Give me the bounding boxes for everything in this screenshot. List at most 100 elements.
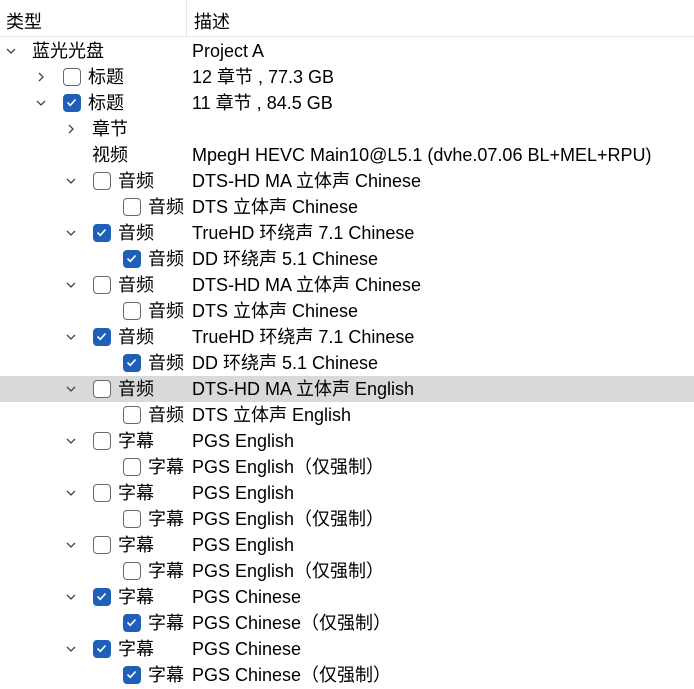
description-label: DTS 立体声 English xyxy=(192,405,352,425)
tree-row[interactable]: 字幕 PGS Chinese（仅强制） xyxy=(0,610,694,636)
description-label: PGS Chinese xyxy=(192,587,302,607)
chevron-down-icon[interactable] xyxy=(64,168,78,194)
tree-row[interactable]: 字幕 PGS English xyxy=(0,480,694,506)
description-label: PGS English xyxy=(192,431,295,451)
tree-row[interactable]: 音频 DD 环绕声 5.1 Chinese xyxy=(0,246,694,272)
tree-row[interactable]: 字幕 PGS English xyxy=(0,428,694,454)
chevron-down-icon[interactable] xyxy=(64,376,78,402)
description-label: DTS-HD MA 立体声 English xyxy=(192,379,415,399)
column-divider[interactable] xyxy=(186,0,187,36)
chevron-down-icon[interactable] xyxy=(64,584,78,610)
description-label: Project A xyxy=(192,41,265,61)
description-label: PGS Chinese xyxy=(192,639,302,659)
tree-row[interactable]: 字幕 PGS Chinese xyxy=(0,584,694,610)
checkbox-checked[interactable] xyxy=(123,250,141,268)
checkbox-unchecked[interactable] xyxy=(123,458,141,476)
chevron-down-icon[interactable] xyxy=(34,90,48,116)
tree-row[interactable]: 视频 MpegH HEVC Main10@L5.1 (dvhe.07.06 BL+… xyxy=(0,142,694,168)
type-label: 音频 xyxy=(148,249,184,269)
chevron-down-icon[interactable] xyxy=(64,324,78,350)
type-label: 音频 xyxy=(118,171,154,191)
checkbox-unchecked[interactable] xyxy=(123,510,141,528)
type-label: 视频 xyxy=(92,145,128,165)
checkbox-unchecked[interactable] xyxy=(123,302,141,320)
chevron-right-icon[interactable] xyxy=(64,116,78,142)
checkbox-checked[interactable] xyxy=(93,588,111,606)
description-label: PGS Chinese（仅强制） xyxy=(192,665,392,685)
type-label: 字幕 xyxy=(118,431,154,451)
checkbox-unchecked[interactable] xyxy=(123,562,141,580)
type-label: 字幕 xyxy=(118,587,154,607)
type-label: 字幕 xyxy=(118,483,154,503)
description-label: PGS English xyxy=(192,535,295,555)
chevron-down-icon[interactable] xyxy=(4,38,18,64)
type-label: 字幕 xyxy=(148,613,184,633)
chevron-down-icon[interactable] xyxy=(64,220,78,246)
description-label: DTS 立体声 Chinese xyxy=(192,301,359,321)
type-label: 字幕 xyxy=(118,535,154,555)
tree-row[interactable]: 字幕 PGS English（仅强制） xyxy=(0,558,694,584)
tree-row[interactable]: 音频 DTS-HD MA 立体声 Chinese xyxy=(0,168,694,194)
tree-header: 类型 描述 xyxy=(0,0,694,37)
tree-row[interactable]: 标题 12 章节 , 77.3 GB xyxy=(0,64,694,90)
tree-row[interactable]: 音频 DTS 立体声 Chinese xyxy=(0,298,694,324)
type-label: 字幕 xyxy=(148,665,184,685)
description-label: PGS English（仅强制） xyxy=(192,457,385,477)
description-label: MpegH HEVC Main10@L5.1 (dvhe.07.06 BL+ME… xyxy=(192,145,652,165)
tree-row[interactable]: 音频 TrueHD 环绕声 7.1 Chinese xyxy=(0,324,694,350)
checkbox-unchecked[interactable] xyxy=(123,198,141,216)
chevron-down-icon[interactable] xyxy=(64,272,78,298)
checkbox-checked[interactable] xyxy=(123,354,141,372)
tree-row[interactable]: 字幕 PGS English（仅强制） xyxy=(0,506,694,532)
tree-row[interactable]: 音频 DTS 立体声 English xyxy=(0,402,694,428)
chevron-right-icon[interactable] xyxy=(34,64,48,90)
type-label: 音频 xyxy=(148,405,184,425)
type-label: 字幕 xyxy=(148,561,184,581)
checkbox-checked[interactable] xyxy=(123,666,141,684)
checkbox-unchecked[interactable] xyxy=(93,432,111,450)
tree-view: 蓝光光盘 Project A 标题 12 章节 , 77.3 GB 标题 11 章节 , … xyxy=(0,38,694,688)
chevron-down-icon[interactable] xyxy=(64,480,78,506)
checkbox-checked[interactable] xyxy=(63,94,81,112)
tree-row[interactable]: 章节 xyxy=(0,116,694,142)
checkbox-unchecked[interactable] xyxy=(93,484,111,502)
chevron-down-icon[interactable] xyxy=(64,636,78,662)
checkbox-unchecked[interactable] xyxy=(93,172,111,190)
checkbox-unchecked[interactable] xyxy=(93,276,111,294)
checkbox-unchecked[interactable] xyxy=(93,536,111,554)
chevron-down-icon[interactable] xyxy=(64,428,78,454)
tree-row[interactable]: 音频 DTS-HD MA 立体声 Chinese xyxy=(0,272,694,298)
type-label: 音频 xyxy=(118,327,154,347)
type-label: 音频 xyxy=(118,223,154,243)
type-label: 字幕 xyxy=(148,509,184,529)
tree-row[interactable]: 音频 DD 环绕声 5.1 Chinese xyxy=(0,350,694,376)
checkbox-checked[interactable] xyxy=(93,224,111,242)
chevron-down-icon[interactable] xyxy=(64,532,78,558)
description-label: DD 环绕声 5.1 Chinese xyxy=(192,249,379,269)
tree-row[interactable]: 音频 TrueHD 环绕声 7.1 Chinese xyxy=(0,220,694,246)
tree-row[interactable]: 字幕 PGS English xyxy=(0,532,694,558)
type-column-header[interactable]: 类型 xyxy=(6,8,42,34)
checkbox-unchecked[interactable] xyxy=(123,406,141,424)
description-label: PGS Chinese（仅强制） xyxy=(192,613,392,633)
tree-row[interactable]: 字幕 PGS English（仅强制） xyxy=(0,454,694,480)
checkbox-checked[interactable] xyxy=(93,328,111,346)
tree-row[interactable]: 音频 DTS 立体声 Chinese xyxy=(0,194,694,220)
description-label: DTS 立体声 Chinese xyxy=(192,197,359,217)
tree-row[interactable]: 字幕 PGS Chinese（仅强制） xyxy=(0,662,694,688)
description-column-header[interactable]: 描述 xyxy=(194,8,230,34)
checkbox-checked[interactable] xyxy=(93,640,111,658)
tree-row[interactable]: 标题 11 章节 , 84.5 GB xyxy=(0,90,694,116)
type-label: 章节 xyxy=(92,119,128,139)
description-label: 11 章节 , 84.5 GB xyxy=(192,93,333,113)
description-label: PGS English（仅强制） xyxy=(192,561,385,581)
type-label: 字幕 xyxy=(148,457,184,477)
tree-row[interactable]: 字幕 PGS Chinese xyxy=(0,636,694,662)
tree-row[interactable]: 音频 DTS-HD MA 立体声 English xyxy=(0,376,694,402)
description-label: PGS English（仅强制） xyxy=(192,509,385,529)
type-label: 字幕 xyxy=(118,639,154,659)
checkbox-unchecked[interactable] xyxy=(93,380,111,398)
checkbox-unchecked[interactable] xyxy=(63,68,81,86)
checkbox-checked[interactable] xyxy=(123,614,141,632)
tree-root-row[interactable]: 蓝光光盘 Project A xyxy=(0,38,694,64)
